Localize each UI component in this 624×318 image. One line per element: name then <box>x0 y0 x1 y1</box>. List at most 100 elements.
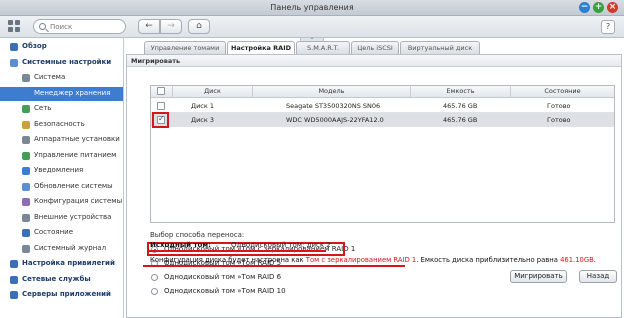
sidebar-item-security[interactable]: Безопасность <box>0 118 123 132</box>
sidebar: Обзор Системные настройки Система Менеджер … <box>0 38 124 318</box>
disk-status: Готово <box>547 116 571 124</box>
sidebar-item-label: Сеть <box>34 104 52 112</box>
disk-status: Готово <box>547 102 571 110</box>
log-icon <box>22 244 30 253</box>
sidebar-item-network[interactable]: Сеть <box>0 102 123 116</box>
search-input[interactable] <box>50 22 122 32</box>
tab-raid-settings[interactable]: Настройка RAID <box>227 41 295 55</box>
column-header-select <box>151 86 173 98</box>
row-checkbox[interactable] <box>157 102 165 110</box>
radio-button[interactable] <box>151 288 158 295</box>
arrow-right-icon[interactable]: → <box>160 19 182 34</box>
sidebar-item-power[interactable]: Управление питанием <box>0 149 123 163</box>
notification-icon <box>22 167 30 175</box>
migration-mode-title: Выбор способа переноса: <box>150 231 245 239</box>
minimize-icon[interactable]: − <box>579 2 590 13</box>
grid-icon[interactable] <box>8 20 22 34</box>
disk-model: Seagate ST3500320NS SN06 <box>286 102 381 110</box>
toolbar: ← → ⌂ ? <box>0 16 624 38</box>
migrate-panel: Мигрировать Диск Модель Емкость Состояни… <box>126 54 622 318</box>
config-summary: Конфигурация диска будет настроена как Т… <box>150 256 596 264</box>
disk-table: Диск Модель Емкость Состояние Диск 1 Sea… <box>150 85 615 223</box>
tab-iscsi-target[interactable]: Цель iSCSI <box>351 41 399 54</box>
security-icon <box>22 120 30 129</box>
tab-bar: Управление томами Настройка RAID S.M.A.R… <box>128 41 624 55</box>
sidebar-item-notification[interactable]: Уведомления <box>0 164 123 178</box>
radio-label: Однодисковый том »Том RAID 6 <box>164 273 282 281</box>
highlight-box <box>152 112 169 128</box>
radio-label: Однодисковый том »Том RAID 10 <box>164 287 286 295</box>
sidebar-item-network-services[interactable]: Сетевые службы <box>0 273 123 287</box>
summary-text: . Емкость диска приблизительно равна <box>416 256 561 264</box>
status-icon <box>22 229 30 237</box>
migrate-button[interactable]: Мигрировать <box>510 270 567 283</box>
sidebar-item-label: Серверы приложений <box>22 290 111 298</box>
sidebar-item-label: Уведомления <box>34 166 84 174</box>
column-header-disk[interactable]: Диск <box>173 86 253 98</box>
external-device-icon <box>22 213 30 222</box>
sidebar-item-label: Обновление системы <box>34 181 113 190</box>
sidebar-item-update[interactable]: Обновление системы <box>0 180 123 194</box>
red-underline <box>148 250 326 252</box>
column-header-capacity[interactable]: Емкость <box>411 86 511 98</box>
summary-capacity: 461.10GB <box>560 256 594 264</box>
sidebar-item-log[interactable]: Системный журнал <box>0 242 123 256</box>
column-header-status[interactable]: Состояние <box>511 86 614 98</box>
network-icon <box>22 105 30 113</box>
sidebar-item-overview[interactable]: Обзор <box>0 40 123 54</box>
storage-icon <box>22 89 30 98</box>
sidebar-item-app-servers[interactable]: Серверы приложений <box>0 288 123 302</box>
source-volume-label: Исходный том: <box>150 241 211 249</box>
sidebar-item-settings[interactable]: Системные настройки <box>0 56 123 70</box>
system-icon <box>22 74 30 82</box>
app-servers-icon <box>10 291 18 299</box>
summary-raid-type: Том с зеркалированием RAID 1 <box>305 256 417 264</box>
maximize-icon[interactable]: + <box>593 2 604 13</box>
sidebar-item-label: Настройка привилегий <box>22 259 115 267</box>
table-row[interactable]: Диск 3 WDC WD5000AAJS-22YFA12.0 465.76 G… <box>151 113 614 127</box>
summary-text: . <box>593 256 596 264</box>
sidebar-item-hardware[interactable]: Аппаратные установки <box>0 133 123 147</box>
tab-volume-management[interactable]: Управление томами <box>144 41 226 54</box>
close-icon[interactable]: × <box>607 2 618 13</box>
arrow-left-icon[interactable]: ← <box>138 19 160 34</box>
radio-button[interactable] <box>151 274 158 281</box>
sidebar-item-label: Безопасность <box>34 119 85 128</box>
home-icon[interactable]: ⌂ <box>188 19 210 34</box>
tab-smart[interactable]: S.M.A.R.T. <box>296 41 350 54</box>
back-button[interactable]: Назад <box>579 270 617 283</box>
settings-icon <box>10 58 18 67</box>
sidebar-item-storage[interactable]: Менеджер хранения <box>0 86 123 101</box>
privilege-icon <box>10 260 18 268</box>
title-bar: Панель управления − + × <box>0 0 624 16</box>
sidebar-item-config[interactable]: Конфигурация системы <box>0 195 123 209</box>
network-services-icon <box>10 275 18 284</box>
column-header-model[interactable]: Модель <box>253 86 411 98</box>
select-all-checkbox[interactable] <box>157 87 165 95</box>
table-row[interactable]: Диск 1 Seagate ST3500320NS SN06 465.76 G… <box>151 99 614 113</box>
sidebar-item-label: Система <box>34 73 66 81</box>
sidebar-item-label: Внешние устройства <box>34 212 112 221</box>
sidebar-item-external-device[interactable]: Внешние устройства <box>0 211 123 225</box>
search-box[interactable] <box>33 19 126 34</box>
tab-virtual-disk[interactable]: Виртуальный диск <box>400 41 480 54</box>
sidebar-item-label: Состояние <box>34 228 74 236</box>
summary-text: Конфигурация диска будет настроена как <box>150 256 306 264</box>
disk-name: Диск 1 <box>191 102 215 110</box>
disk-capacity: 465.76 GB <box>443 116 478 124</box>
sidebar-item-label: Сетевые службы <box>22 274 91 283</box>
hardware-icon <box>22 136 30 144</box>
disk-model: WDC WD5000AAJS-22YFA12.0 <box>286 116 384 124</box>
panel-title: Мигрировать <box>127 55 621 67</box>
red-underline <box>143 265 405 267</box>
update-icon <box>22 182 30 191</box>
sidebar-item-privilege[interactable]: Настройка привилегий <box>0 257 123 271</box>
overview-icon <box>10 43 18 51</box>
sidebar-item-label: Обзор <box>22 42 47 50</box>
help-icon[interactable]: ? <box>601 20 615 34</box>
sidebar-item-status[interactable]: Состояние <box>0 226 123 240</box>
sidebar-item-label: Управление питанием <box>34 150 117 159</box>
search-icon <box>39 23 46 30</box>
sidebar-item-system[interactable]: Система <box>0 71 123 85</box>
disk-name: Диск 3 <box>191 116 215 124</box>
